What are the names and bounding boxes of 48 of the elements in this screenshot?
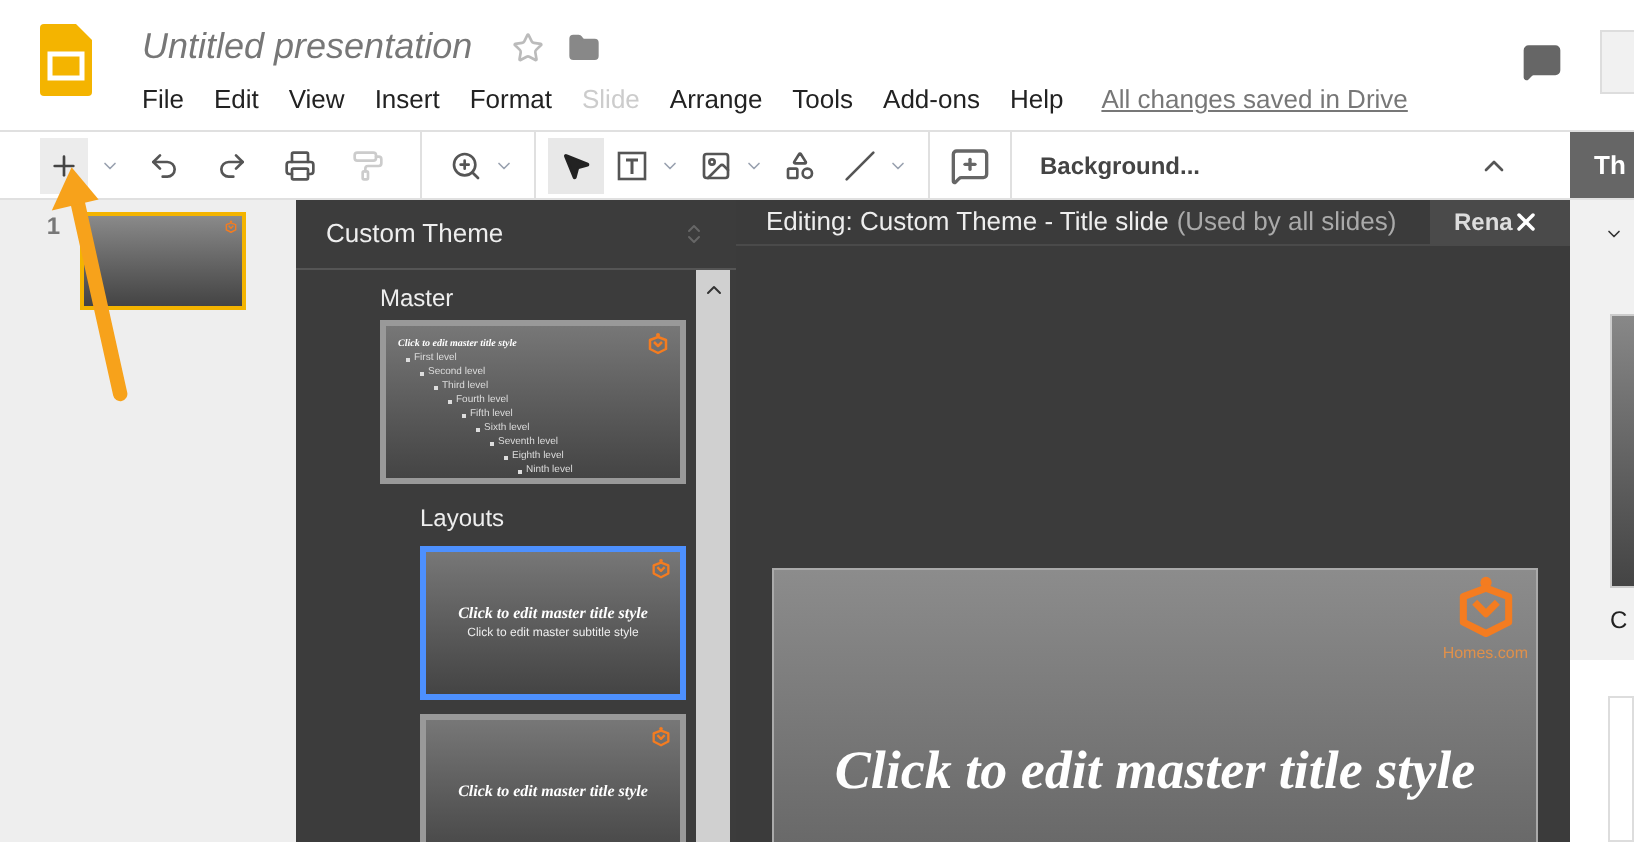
undo-icon[interactable] bbox=[148, 149, 180, 181]
layout-title-text: Click to edit master title style bbox=[458, 602, 648, 626]
editing-note: (Used by all slides) bbox=[1176, 204, 1397, 241]
menu-item[interactable]: Format bbox=[469, 80, 552, 119]
layouts-label: Layouts bbox=[420, 504, 507, 532]
shape-icon[interactable] bbox=[784, 149, 816, 181]
logo-icon bbox=[224, 220, 238, 234]
scrollbar[interactable] bbox=[696, 270, 730, 842]
presentation-title[interactable]: Untitled presentation bbox=[142, 20, 473, 74]
menu-item[interactable]: Tools bbox=[792, 80, 854, 119]
slide-canvas[interactable]: Homes.com Click to edit master title style bbox=[772, 568, 1538, 842]
theme-tab[interactable]: Th bbox=[1570, 132, 1634, 198]
close-icon[interactable] bbox=[1512, 208, 1540, 236]
menu-item[interactable]: Insert bbox=[374, 80, 440, 119]
master-label: Master bbox=[380, 284, 456, 312]
background-button[interactable]: Background... bbox=[1040, 147, 1201, 183]
menu-item[interactable]: Edit bbox=[213, 80, 259, 119]
plus-icon[interactable] bbox=[48, 149, 80, 181]
layout-title-text: Click to edit master title style bbox=[458, 779, 648, 803]
star-icon[interactable] bbox=[512, 31, 545, 63]
menu-item[interactable]: Add-ons bbox=[883, 80, 980, 119]
folder-icon[interactable] bbox=[568, 31, 601, 63]
menu-item[interactable]: Help bbox=[1009, 80, 1064, 119]
pointer-icon[interactable] bbox=[560, 149, 592, 181]
logo-icon bbox=[650, 558, 672, 580]
add-comment-icon[interactable] bbox=[950, 145, 990, 185]
logo-icon bbox=[646, 332, 670, 356]
line-icon[interactable] bbox=[844, 149, 876, 181]
theme-title: Custom Theme bbox=[326, 216, 504, 253]
logo-text: Homes.com bbox=[1442, 642, 1528, 666]
menu-item[interactable]: File bbox=[142, 80, 184, 119]
logo-icon bbox=[650, 726, 672, 748]
image-icon[interactable] bbox=[700, 149, 732, 181]
save-status-link[interactable]: All changes saved in Drive bbox=[1101, 80, 1408, 119]
slide-thumbnail[interactable] bbox=[80, 212, 246, 310]
editing-heading: Editing: Custom Theme - Title slide bbox=[766, 204, 1169, 241]
theme-caption: C bbox=[1610, 604, 1630, 638]
slide-number: 1 bbox=[44, 210, 62, 244]
print-icon[interactable] bbox=[284, 149, 316, 181]
comments-icon[interactable] bbox=[1522, 42, 1562, 82]
menu-item[interactable]: Arrange bbox=[669, 80, 763, 119]
redo-icon[interactable] bbox=[216, 149, 248, 181]
text-box-icon[interactable] bbox=[616, 149, 648, 181]
layout-thumbnail[interactable]: Click to edit master title style bbox=[420, 714, 686, 842]
menu-item[interactable]: View bbox=[288, 80, 345, 119]
zoom-icon[interactable] bbox=[450, 149, 482, 181]
select-button[interactable] bbox=[548, 137, 604, 193]
slide-title-text[interactable]: Click to edit master title style bbox=[834, 730, 1476, 811]
